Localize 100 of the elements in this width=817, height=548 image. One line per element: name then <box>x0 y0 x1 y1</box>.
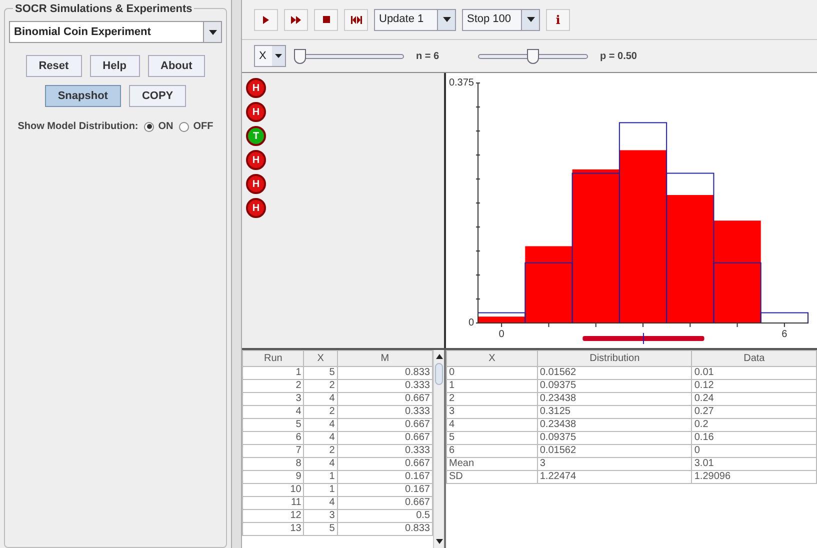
button[interactable]: Reset <box>26 55 82 77</box>
table-cell: 2 <box>304 380 338 392</box>
table-cell: 0.5 <box>337 510 432 522</box>
slider[interactable] <box>294 48 404 64</box>
table-cell: 0.167 <box>337 470 432 484</box>
play-button[interactable] <box>254 8 278 30</box>
slider-reading: n = 6 <box>416 50 440 64</box>
axis-label: 0.375 <box>448 78 474 89</box>
fast-forward-icon <box>291 16 301 24</box>
radio-label: ON <box>158 120 174 134</box>
play-icon <box>263 16 269 24</box>
table-cell: 3 <box>446 406 538 418</box>
caret-icon <box>442 17 450 22</box>
table-cell: 10 <box>242 484 304 496</box>
variable-dropdown[interactable]: X <box>254 45 286 67</box>
column-header[interactable]: Distribution <box>537 350 692 366</box>
column-header[interactable]: Run <box>242 350 304 366</box>
table-cell: 4 <box>304 432 338 444</box>
down-arrow-icon <box>436 539 442 544</box>
table-cell: 0.833 <box>337 366 432 380</box>
table-cell: 1 <box>304 470 338 484</box>
table-cell: 0 <box>692 444 816 458</box>
table-cell: 2 <box>304 406 338 418</box>
radio-button[interactable] <box>144 122 154 132</box>
coin: H <box>246 174 266 194</box>
reset-button[interactable] <box>344 8 368 30</box>
table-cell: 9 <box>242 470 304 484</box>
table-cell: 4 <box>304 418 338 432</box>
coin: T <box>246 126 266 146</box>
table-cell: 0.27 <box>692 406 816 418</box>
info-button[interactable]: i <box>546 8 570 30</box>
table-cell: 0.16 <box>692 432 816 444</box>
scrollbar[interactable] <box>433 350 444 548</box>
slider-thumb[interactable] <box>294 48 306 64</box>
table-cell: 5 <box>242 418 304 432</box>
slider[interactable] <box>478 48 588 64</box>
table-cell: 1.29096 <box>692 470 816 484</box>
stop-icon <box>322 16 330 23</box>
update-dropdown[interactable]: Update 1 <box>374 8 456 30</box>
table-cell: 3.01 <box>692 458 816 470</box>
table-cell: 0.333 <box>337 380 432 392</box>
coin: H <box>246 150 266 170</box>
caret-icon <box>208 30 216 34</box>
table-cell: 0.167 <box>337 484 432 496</box>
up-arrow-icon <box>436 354 442 359</box>
caret-icon <box>275 54 282 58</box>
table-cell: 4 <box>304 392 338 406</box>
table-cell: 0.667 <box>337 392 432 406</box>
caret-icon <box>526 17 534 22</box>
slider-thumb[interactable] <box>527 48 539 64</box>
coin: H <box>246 102 266 122</box>
stop-button[interactable] <box>314 8 338 30</box>
radio-button[interactable] <box>179 122 190 132</box>
table-cell: Mean <box>446 458 538 470</box>
table-cell: 0.3125 <box>537 406 692 418</box>
button[interactable]: About <box>148 55 206 77</box>
coin: H <box>246 198 266 218</box>
table-cell: 2 <box>304 444 338 458</box>
scrollbar-thumb[interactable] <box>435 363 443 385</box>
table-cell: 5 <box>304 366 338 380</box>
stop-dropdown[interactable]: Stop 100 <box>462 8 540 30</box>
column-header[interactable]: M <box>337 350 432 366</box>
table-cell: 0.12 <box>692 380 816 392</box>
table-cell: SD <box>446 470 538 484</box>
slider-reading: p = 0.50 <box>600 50 638 64</box>
table-cell: 6 <box>242 432 304 444</box>
table-cell: 5 <box>304 522 338 536</box>
axis-label: 6 <box>782 329 788 340</box>
column-header[interactable]: X <box>304 350 338 366</box>
column-header[interactable]: Data <box>692 350 816 366</box>
model-label: Show Model Distribution: <box>18 120 138 134</box>
table-cell: 2 <box>446 392 538 406</box>
table-cell: 0.01562 <box>537 444 692 458</box>
table-cell: 11 <box>242 496 304 510</box>
button[interactable]: COPY <box>128 85 186 107</box>
table-cell: 0.833 <box>337 522 432 536</box>
table-cell: 12 <box>242 510 304 522</box>
table-cell: 0.23438 <box>537 418 692 432</box>
table-cell: 0.333 <box>337 444 432 458</box>
table-cell: 0.01 <box>692 366 816 380</box>
button[interactable]: Snapshot <box>44 85 121 107</box>
fast-forward-button[interactable] <box>284 8 308 30</box>
table-cell: 2 <box>242 380 304 392</box>
table-cell: 4 <box>242 406 304 418</box>
table-cell: 4 <box>304 496 338 510</box>
experiment-dropdown[interactable]: Binomial Coin Experiment <box>9 21 222 43</box>
button[interactable]: Help <box>90 55 140 77</box>
table-cell: 3 <box>304 510 338 522</box>
table-cell: 0.667 <box>337 458 432 470</box>
table-cell: 0.09375 <box>537 380 692 392</box>
table-cell: 0.667 <box>337 496 432 510</box>
column-header[interactable]: X <box>446 350 538 366</box>
table-cell: 8 <box>242 458 304 470</box>
radio-label: OFF <box>193 120 214 134</box>
table-cell: 0.23438 <box>537 392 692 406</box>
axis-label: 0 <box>498 329 504 340</box>
reset-icon <box>350 16 362 24</box>
table-cell: 3 <box>242 392 304 406</box>
table-cell: 0.333 <box>337 406 432 418</box>
coin: H <box>246 78 266 98</box>
